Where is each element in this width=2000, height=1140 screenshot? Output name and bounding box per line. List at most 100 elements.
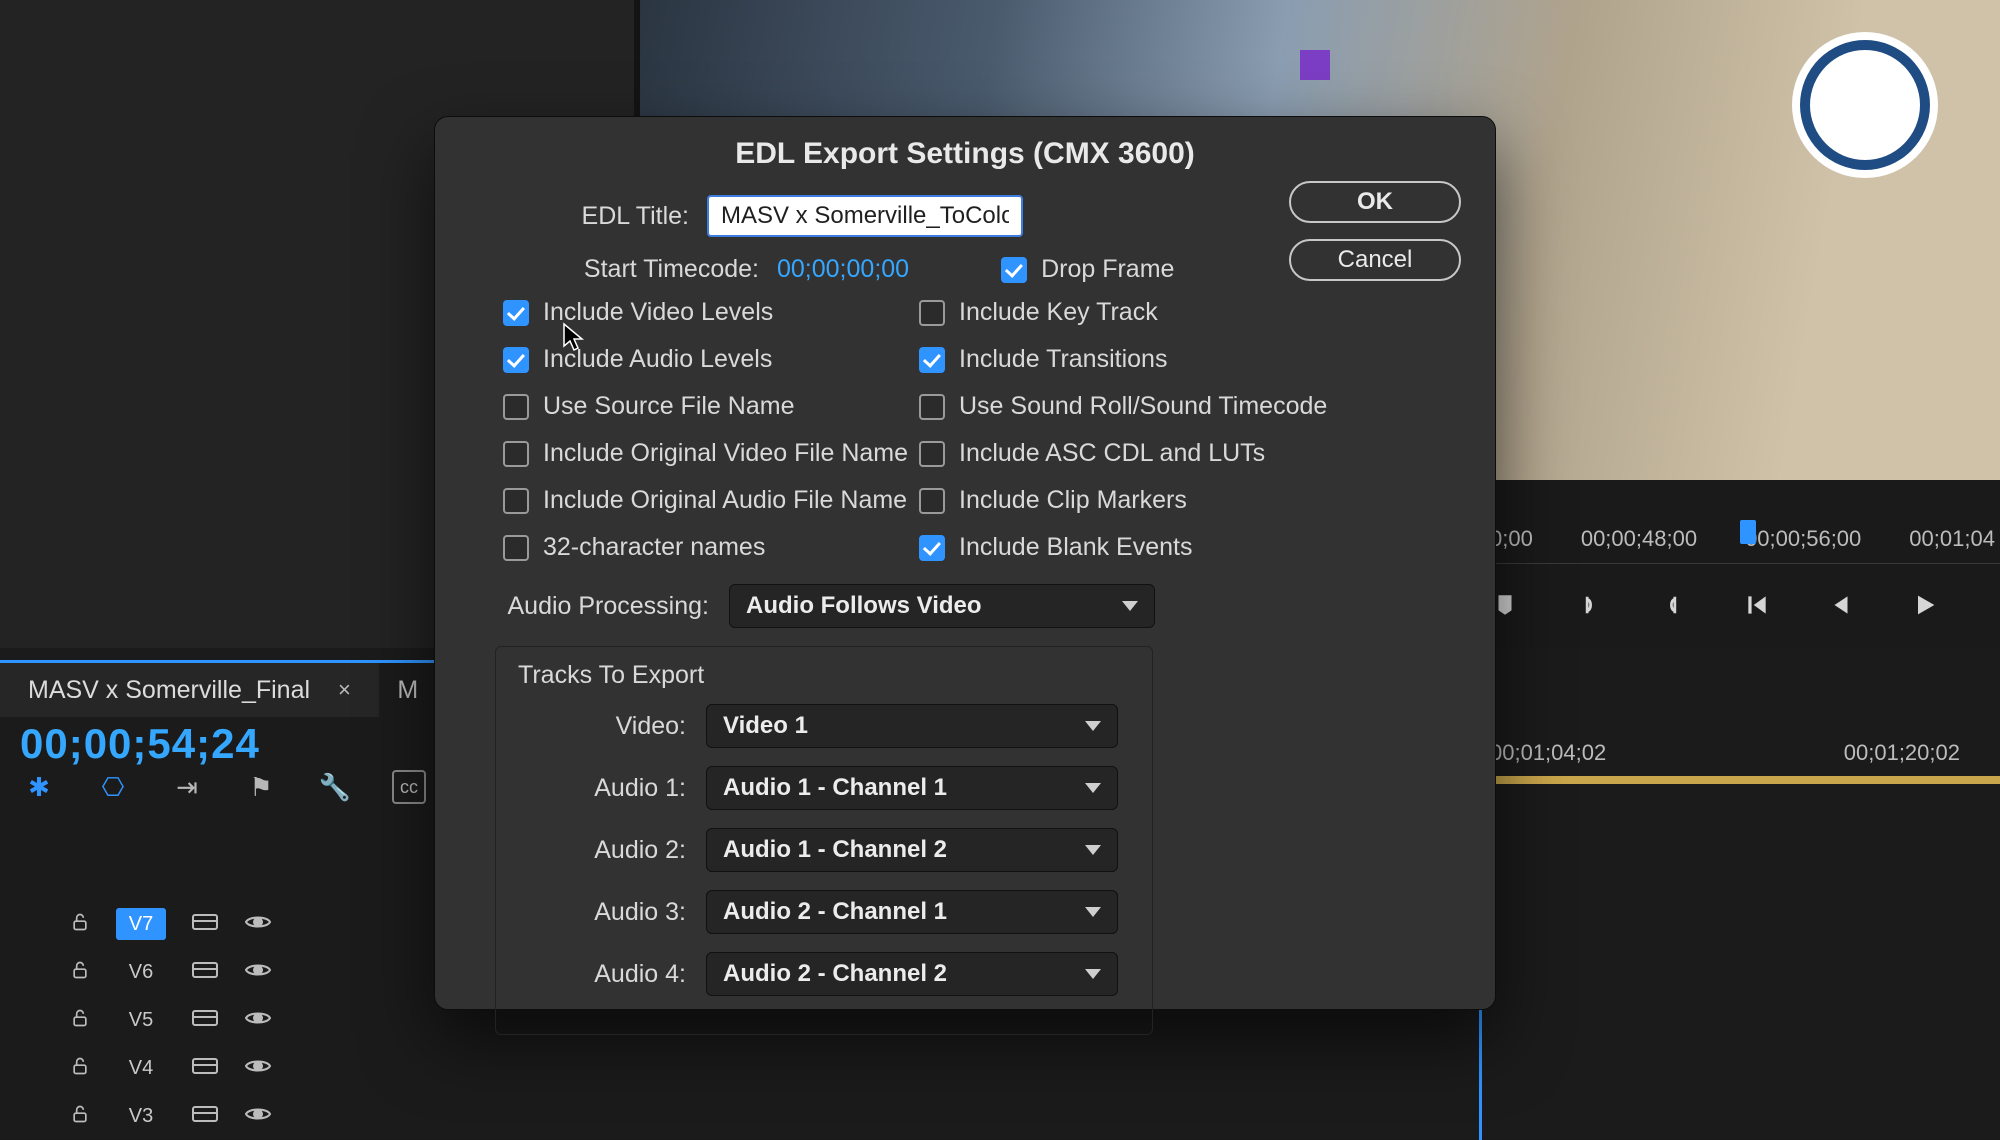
option-include-audio-levels[interactable]: Include Audio Levels (503, 345, 913, 374)
checkbox-label: Include Audio Levels (543, 345, 772, 374)
playhead-timecode[interactable]: 00;00;54;24 (20, 720, 260, 768)
drop-frame-checkbox[interactable] (1001, 257, 1027, 283)
track-select[interactable]: Audio 1 - Channel 2 (706, 828, 1118, 872)
captions-icon[interactable]: cc (392, 770, 426, 804)
track-select-row: Video:Video 1 (512, 704, 1136, 748)
lock-icon[interactable] (70, 912, 90, 937)
lock-icon[interactable] (70, 1008, 90, 1033)
toggle-track-output-icon[interactable] (244, 912, 272, 937)
toggle-track-output-icon[interactable] (244, 960, 272, 985)
timeline-tool-row: ✱ ⎔ ⇥ ⚑ 🔧 cc (22, 770, 426, 804)
track-select-value: Audio 2 - Channel 1 (723, 898, 947, 926)
ok-button[interactable]: OK (1289, 181, 1461, 223)
play-icon[interactable] (1910, 590, 1940, 620)
work-area-bar[interactable] (1490, 776, 2000, 784)
track-header-row: V6 (70, 948, 370, 996)
lock-icon[interactable] (70, 1104, 90, 1129)
checkbox[interactable] (919, 535, 945, 561)
time-ruler-main[interactable]: 0;00 00;00;48;00 00;00;56;00 00;01;04 (1490, 514, 2000, 564)
ruler-tick: 00;01;20;02 (1844, 740, 1960, 780)
checkbox-label: Include Key Track (959, 298, 1158, 327)
track-target-button[interactable]: V7 (116, 908, 166, 940)
track-target-button[interactable]: V3 (116, 1100, 166, 1132)
checkbox[interactable] (503, 347, 529, 373)
option-include-clip-markers[interactable]: Include Clip Markers (919, 486, 1329, 515)
audio-processing-label: Audio Processing: (469, 592, 709, 621)
option-include-asc-cdl-luts[interactable]: Include ASC CDL and LUTs (919, 439, 1329, 468)
chevron-down-icon (1085, 907, 1101, 917)
ruler-tick: 00;01;04;02 (1490, 740, 1606, 780)
checkbox[interactable] (919, 441, 945, 467)
track-target-button[interactable]: V6 (116, 956, 166, 988)
track-select[interactable]: Audio 2 - Channel 1 (706, 890, 1118, 934)
track-select-label: Audio 3: (512, 898, 686, 927)
audio-processing-select[interactable]: Audio Follows Video (729, 584, 1155, 628)
option-include-orig-audio-name[interactable]: Include Original Audio File Name (503, 486, 913, 515)
chevron-down-icon (1085, 969, 1101, 979)
in-point-icon[interactable] (1574, 590, 1604, 620)
close-icon[interactable]: × (338, 677, 351, 703)
add-marker-icon[interactable]: ⚑ (244, 770, 278, 804)
checkbox-label: Include Video Levels (543, 298, 773, 327)
lock-icon[interactable] (70, 960, 90, 985)
settings-icon[interactable]: 🔧 (318, 770, 352, 804)
edl-export-dialog: EDL Export Settings (CMX 3600) OK Cancel… (434, 116, 1496, 1010)
toggle-track-output-icon[interactable] (244, 1104, 272, 1129)
option-use-sound-roll-tc[interactable]: Use Sound Roll/Sound Timecode (919, 392, 1329, 421)
checkbox[interactable] (919, 300, 945, 326)
start-timecode-value[interactable]: 00;00;00;00 (777, 255, 909, 284)
step-back-icon[interactable] (1826, 590, 1856, 620)
out-point-icon[interactable] (1658, 590, 1688, 620)
checkbox[interactable] (919, 347, 945, 373)
snap-icon[interactable]: ✱ (22, 770, 56, 804)
checkbox[interactable] (503, 488, 529, 514)
checkbox[interactable] (919, 394, 945, 420)
sequence-tab[interactable]: MASV x Somerville_Final × (0, 663, 379, 717)
checkbox-label: Use Source File Name (543, 392, 794, 421)
checkbox-label: Include Original Audio File Name (543, 486, 907, 515)
toggle-track-output-icon[interactable] (244, 1008, 272, 1033)
go-to-in-icon[interactable] (1742, 590, 1772, 620)
option-thirtytwo-char-names[interactable]: 32-character names (503, 533, 913, 562)
option-include-transitions[interactable]: Include Transitions (919, 345, 1329, 374)
option-include-key-track[interactable]: Include Key Track (919, 298, 1329, 327)
checkbox[interactable] (919, 488, 945, 514)
sync-lock-icon[interactable] (192, 1056, 218, 1081)
sync-lock-icon[interactable] (192, 912, 218, 937)
track-header-row: V7 (70, 900, 370, 948)
ruler-tick: 00;00;48;00 (1581, 526, 1697, 552)
option-include-blank-events[interactable]: Include Blank Events (919, 533, 1329, 562)
track-header-row: V3 (70, 1092, 370, 1140)
track-select-label: Audio 2: (512, 836, 686, 865)
cancel-button[interactable]: Cancel (1289, 239, 1461, 281)
edl-title-input[interactable] (707, 195, 1023, 237)
option-include-video-levels[interactable]: Include Video Levels (503, 298, 913, 327)
step-forward-icon[interactable] (1994, 590, 2000, 620)
checkbox[interactable] (503, 300, 529, 326)
checkbox[interactable] (503, 394, 529, 420)
track-target-button[interactable]: V5 (116, 1004, 166, 1036)
checkbox[interactable] (503, 535, 529, 561)
toggle-track-output-icon[interactable] (244, 1056, 272, 1081)
sync-lock-icon[interactable] (192, 1008, 218, 1033)
insert-icon[interactable]: ⇥ (170, 770, 204, 804)
track-select-value: Audio 1 - Channel 1 (723, 774, 947, 802)
track-select-row: Audio 3: Audio 2 - Channel 1 (512, 890, 1136, 934)
sync-lock-icon[interactable] (192, 960, 218, 985)
time-ruler-timeline[interactable]: 00;01;04;02 00;01;20;02 (1490, 740, 2000, 780)
track-target-button[interactable]: V4 (116, 1052, 166, 1084)
option-include-orig-video-name[interactable]: Include Original Video File Name (503, 439, 913, 468)
linked-selection-icon[interactable]: ⎔ (96, 770, 130, 804)
track-select[interactable]: Audio 2 - Channel 2 (706, 952, 1118, 996)
track-headers: V7 V6 V5 V4 V3 (70, 900, 370, 1140)
lock-icon[interactable] (70, 1056, 90, 1081)
playhead-indicator[interactable] (1740, 520, 1756, 544)
checkbox[interactable] (503, 441, 529, 467)
track-select[interactable]: Audio 1 - Channel 1 (706, 766, 1118, 810)
track-select-row: Audio 2: Audio 1 - Channel 2 (512, 828, 1136, 872)
option-use-source-file-name[interactable]: Use Source File Name (503, 392, 913, 421)
sync-lock-icon[interactable] (192, 1104, 218, 1129)
sequence-tab-secondary[interactable]: M (383, 663, 432, 717)
track-select[interactable]: Video 1 (706, 704, 1118, 748)
chevron-down-icon (1085, 783, 1101, 793)
